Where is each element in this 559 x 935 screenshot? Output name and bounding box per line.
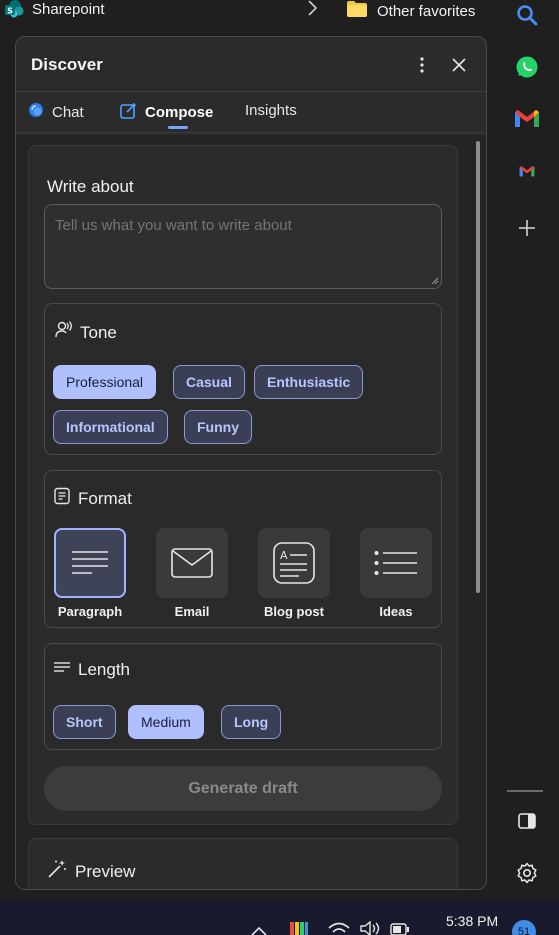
format-title-label: Format: [78, 488, 132, 508]
write-about-input[interactable]: [44, 204, 442, 289]
taskbar-clock[interactable]: 5:38 PM: [446, 913, 498, 929]
format-tile-ideas: [360, 528, 432, 598]
length-section: Length Short Medium Long: [44, 643, 442, 750]
edge-sidebar: [500, 0, 559, 900]
tone-chip-informational[interactable]: Informational: [53, 410, 168, 444]
tab-chat[interactable]: Chat: [28, 102, 84, 122]
email-envelope-icon: [171, 548, 213, 578]
panel-header: Discover: [16, 37, 486, 92]
preview-title: Preview: [47, 859, 135, 884]
length-chip-medium[interactable]: Medium: [128, 705, 204, 739]
close-icon[interactable]: [448, 53, 470, 77]
write-about-label: Write about: [47, 177, 134, 196]
sidebar-toggle-icon[interactable]: [512, 806, 542, 836]
generate-draft-button[interactable]: Generate draft: [44, 766, 442, 811]
svg-text:S: S: [7, 7, 13, 16]
length-title-label: Length: [78, 660, 130, 679]
add-plus-icon[interactable]: [512, 213, 542, 243]
copilot-chat-icon: [28, 102, 44, 122]
tone-section: Tone Professional Casual Enthusiastic In…: [44, 303, 442, 455]
format-section: Format Paragraph Email A Blog post Ideas: [44, 470, 442, 628]
gmail-small-icon[interactable]: [512, 156, 542, 186]
format-tile-blog-post: A: [258, 528, 330, 598]
battery-icon[interactable]: [390, 922, 410, 935]
format-option-paragraph[interactable]: Paragraph: [45, 528, 135, 626]
ideas-list-icon: [374, 551, 417, 575]
format-label-email: Email: [174, 604, 210, 619]
tone-chip-professional[interactable]: Professional: [53, 365, 157, 399]
format-label-ideas: Ideas: [379, 604, 413, 619]
volume-icon[interactable]: [360, 920, 382, 935]
discover-panel: Discover Chat Compose Insights Write abo…: [15, 36, 487, 890]
tab-insights[interactable]: Insights: [245, 102, 297, 119]
panel-title: Discover: [31, 55, 103, 74]
tone-chip-funny[interactable]: Funny: [184, 410, 252, 444]
format-label-paragraph: Paragraph: [57, 604, 123, 619]
panel-scrollbar[interactable]: [476, 141, 480, 593]
magic-wand-icon: [47, 859, 67, 884]
tab-compose-label: Compose: [145, 104, 214, 121]
tray-app-icon[interactable]: [290, 922, 308, 935]
folder-icon: [346, 0, 368, 22]
format-document-icon: [53, 487, 71, 510]
tone-chip-enthusiastic[interactable]: Enthusiastic: [254, 365, 364, 399]
tone-voice-icon: [53, 320, 73, 345]
other-favorites-label: Other favorites: [377, 2, 476, 20]
format-tile-paragraph: [54, 528, 126, 598]
compose-scroll-area[interactable]: Write about Tone Professional Casual Ent…: [16, 135, 486, 889]
length-title: Length: [53, 660, 130, 680]
sharepoint-icon: S: [4, 0, 24, 18]
favorite-sharepoint[interactable]: S Sharepoint: [4, 0, 105, 18]
format-label-blog-post: Blog post: [264, 604, 324, 619]
compose-card: Write about Tone Professional Casual Ent…: [28, 145, 458, 825]
preview-card: Preview: [28, 838, 458, 889]
sidebar-divider: [507, 790, 543, 792]
windows-taskbar: 5:38 PM 51: [0, 901, 559, 935]
format-option-email[interactable]: Email: [147, 528, 237, 626]
favorites-chevron-right-icon[interactable]: [306, 0, 318, 21]
tray-chevron-up-icon[interactable]: [250, 923, 268, 935]
format-title: Format: [53, 487, 132, 510]
resize-grip-icon[interactable]: [431, 277, 439, 285]
wifi-icon[interactable]: [328, 922, 350, 935]
preview-title-label: Preview: [75, 861, 136, 881]
tab-compose[interactable]: Compose: [120, 102, 213, 123]
tone-title: Tone: [53, 320, 117, 345]
tone-chip-casual[interactable]: Casual: [173, 365, 245, 399]
length-chip-long[interactable]: Long: [221, 705, 282, 739]
format-option-blog-post[interactable]: A Blog post: [249, 528, 339, 626]
favorite-sharepoint-label: Sharepoint: [32, 0, 105, 18]
format-option-ideas[interactable]: Ideas: [351, 528, 441, 626]
more-options-icon[interactable]: [412, 53, 432, 77]
notification-badge[interactable]: 51: [512, 920, 536, 935]
blog-post-icon: A: [273, 542, 315, 584]
paragraph-icon: [72, 551, 108, 574]
search-icon[interactable]: [512, 0, 542, 30]
other-favorites[interactable]: Other favorites: [346, 0, 475, 22]
svg-text:A: A: [280, 549, 288, 562]
length-chip-short[interactable]: Short: [53, 705, 116, 739]
gmail-icon[interactable]: [512, 104, 542, 134]
tone-title-label: Tone: [80, 322, 117, 342]
whatsapp-icon[interactable]: [512, 52, 542, 82]
active-tab-indicator: [168, 126, 188, 129]
settings-gear-icon[interactable]: [512, 858, 542, 888]
format-tile-email: [156, 528, 228, 598]
favorites-bar: S Sharepoint Other favorites: [0, 0, 500, 22]
tab-insights-label: Insights: [245, 102, 297, 119]
tab-chat-label: Chat: [52, 103, 84, 121]
panel-tabs: Chat Compose Insights: [16, 92, 486, 133]
length-lines-icon: [53, 660, 71, 680]
compose-edit-icon: [120, 102, 137, 123]
